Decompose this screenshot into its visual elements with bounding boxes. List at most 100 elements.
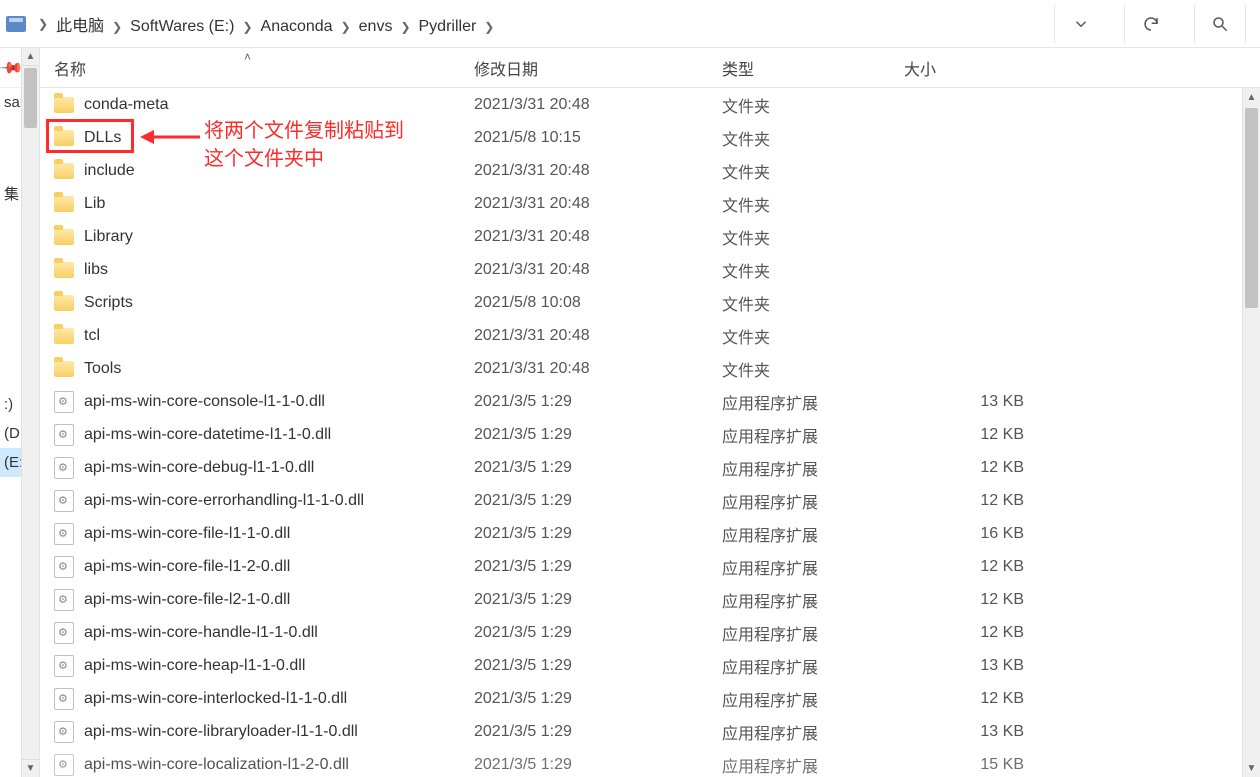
file-name: api-ms-win-core-libraryloader-l1-1-0.dll: [84, 723, 358, 741]
drive-icon: [6, 16, 26, 32]
table-row[interactable]: Lib2021/3/31 20:48文件夹: [40, 187, 1242, 220]
dll-file-icon: [54, 655, 74, 677]
file-type: 文件夹: [722, 126, 904, 150]
file-date: 2021/3/31 20:48: [474, 228, 722, 246]
chevron-right-icon[interactable]: ❯: [341, 20, 351, 34]
table-row[interactable]: Library2021/3/31 20:48文件夹: [40, 220, 1242, 253]
file-name: Tools: [84, 360, 121, 378]
file-name: Lib: [84, 195, 105, 213]
chevron-down-icon: [1072, 15, 1090, 33]
breadcrumb[interactable]: ❯ 此电脑 ❯ SoftWares (E:) ❯ Anaconda ❯ envs ❯ Pydri…: [6, 12, 1054, 36]
chevron-right-icon[interactable]: ❯: [242, 20, 252, 34]
file-size: 12 KB: [904, 492, 1044, 510]
table-row[interactable]: api-ms-win-core-file-l1-2-0.dll2021/3/5 …: [40, 550, 1242, 583]
file-type: 应用程序扩展: [722, 621, 904, 645]
table-row[interactable]: Tools2021/3/31 20:48文件夹: [40, 352, 1242, 385]
dll-file-icon: [54, 589, 74, 611]
file-type: 应用程序扩展: [722, 456, 904, 480]
file-date: 2021/5/8 10:15: [474, 129, 722, 147]
file-type: 文件夹: [722, 324, 904, 348]
file-date: 2021/3/31 20:48: [474, 195, 722, 213]
file-name: conda-meta: [84, 96, 169, 114]
file-name: api-ms-win-core-console-l1-1-0.dll: [84, 393, 325, 411]
sidebar-item[interactable]: :): [0, 390, 21, 419]
scroll-down-icon[interactable]: ▼: [1243, 759, 1260, 777]
file-type: 应用程序扩展: [722, 489, 904, 513]
table-row[interactable]: Scripts2021/5/8 10:08文件夹: [40, 286, 1242, 319]
breadcrumb-item[interactable]: 此电脑: [56, 18, 104, 35]
scroll-down-icon[interactable]: ▼: [22, 759, 39, 777]
table-row[interactable]: libs2021/3/31 20:48文件夹: [40, 253, 1242, 286]
file-date: 2021/3/5 1:29: [474, 591, 722, 609]
scroll-thumb[interactable]: [24, 68, 37, 128]
file-date: 2021/3/5 1:29: [474, 426, 722, 444]
table-row[interactable]: include2021/3/31 20:48文件夹: [40, 154, 1242, 187]
pin-icon: 📌: [0, 53, 21, 81]
folder-icon: [54, 262, 74, 278]
sidebar-item[interactable]: [0, 330, 21, 390]
sidebar-item[interactable]: [0, 270, 21, 330]
pin-area[interactable]: 📌: [0, 48, 21, 88]
column-type[interactable]: 类型: [722, 56, 904, 80]
folder-icon: [54, 229, 74, 245]
file-date: 2021/3/31 20:48: [474, 261, 722, 279]
scroll-thumb[interactable]: [1245, 108, 1258, 308]
breadcrumb-item[interactable]: SoftWares (E:): [130, 18, 234, 35]
table-row[interactable]: api-ms-win-core-console-l1-1-0.dll 2021/3…: [40, 385, 1242, 418]
scroll-up-icon[interactable]: ▲: [1243, 88, 1260, 106]
file-name: api-ms-win-core-debug-l1-1-0.dll: [84, 459, 314, 477]
table-row[interactable]: api-ms-win-core-file-l1-1-0.dll2021/3/5 …: [40, 517, 1242, 550]
table-row[interactable]: api-ms-win-core-heap-l1-1-0.dll2021/3/5 …: [40, 649, 1242, 682]
file-date: 2021/3/5 1:29: [474, 723, 722, 741]
scroll-track[interactable]: [1243, 106, 1260, 759]
search-icon: [1211, 15, 1229, 33]
chevron-right-icon[interactable]: ❯: [484, 20, 494, 34]
table-row[interactable]: api-ms-win-core-debug-l1-1-0.dll2021/3/5…: [40, 451, 1242, 484]
table-row[interactable]: DLLs 2021/5/8 10:15文件夹: [40, 121, 1242, 154]
sidebar-item[interactable]: [0, 117, 21, 177]
refresh-button[interactable]: [1124, 5, 1176, 43]
chevron-right-icon[interactable]: ❯: [38, 17, 48, 31]
chevron-right-icon[interactable]: ❯: [112, 20, 122, 34]
breadcrumb-item[interactable]: Anaconda: [261, 18, 333, 35]
table-row[interactable]: api-ms-win-core-interlocked-l1-1-0.dll20…: [40, 682, 1242, 715]
sidebar-item[interactable]: (E:): [0, 448, 21, 477]
scroll-up-icon[interactable]: ▲: [22, 48, 39, 66]
content-scrollbar[interactable]: ▲ ▼: [1242, 88, 1260, 777]
table-row[interactable]: conda-meta2021/3/31 20:48文件夹: [40, 88, 1242, 121]
file-name: Library: [84, 228, 133, 246]
table-row[interactable]: api-ms-win-core-libraryloader-l1-1-0.dll…: [40, 715, 1242, 748]
file-size: 12 KB: [904, 624, 1044, 642]
file-date: 2021/3/5 1:29: [474, 393, 722, 411]
dropdown-button[interactable]: [1054, 5, 1106, 43]
column-date[interactable]: 修改日期: [474, 56, 722, 80]
file-name: libs: [84, 261, 108, 279]
breadcrumb-item[interactable]: envs: [359, 18, 393, 35]
file-type: 应用程序扩展: [722, 588, 904, 612]
file-date: 2021/3/31 20:48: [474, 162, 722, 180]
search-button[interactable]: [1194, 5, 1246, 43]
sidebar-scrollbar[interactable]: ▲ ▼: [21, 48, 39, 777]
file-date: 2021/3/5 1:29: [474, 690, 722, 708]
file-name: tcl: [84, 327, 100, 345]
column-name[interactable]: 名称 ˄: [54, 56, 474, 80]
table-row[interactable]: api-ms-win-core-errorhandling-l1-1-0.dll…: [40, 484, 1242, 517]
file-name: DLLs: [84, 129, 121, 147]
sidebar-item[interactable]: (D:): [0, 419, 21, 448]
table-row[interactable]: api-ms-win-core-file-l2-1-0.dll2021/3/5 …: [40, 583, 1242, 616]
table-row[interactable]: tcl2021/3/31 20:48文件夹: [40, 319, 1242, 352]
table-row[interactable]: api-ms-win-core-localization-l1-2-0.dll2…: [40, 748, 1242, 777]
table-row[interactable]: api-ms-win-core-handle-l1-1-0.dll2021/3/…: [40, 616, 1242, 649]
breadcrumb-item[interactable]: Pydriller: [419, 18, 477, 35]
file-name: api-ms-win-core-localization-l1-2-0.dll: [84, 756, 349, 774]
sidebar-item[interactable]: samp: [0, 88, 21, 117]
scroll-track[interactable]: [22, 66, 39, 759]
folder-icon: [54, 163, 74, 179]
file-size: 12 KB: [904, 690, 1044, 708]
sidebar-item[interactable]: [0, 210, 21, 270]
column-size[interactable]: 大小: [904, 56, 1044, 80]
table-row[interactable]: api-ms-win-core-datetime-l1-1-0.dll2021/…: [40, 418, 1242, 451]
file-date: 2021/5/8 10:08: [474, 294, 722, 312]
sidebar-item[interactable]: 集: [0, 177, 21, 210]
chevron-right-icon[interactable]: ❯: [400, 20, 410, 34]
